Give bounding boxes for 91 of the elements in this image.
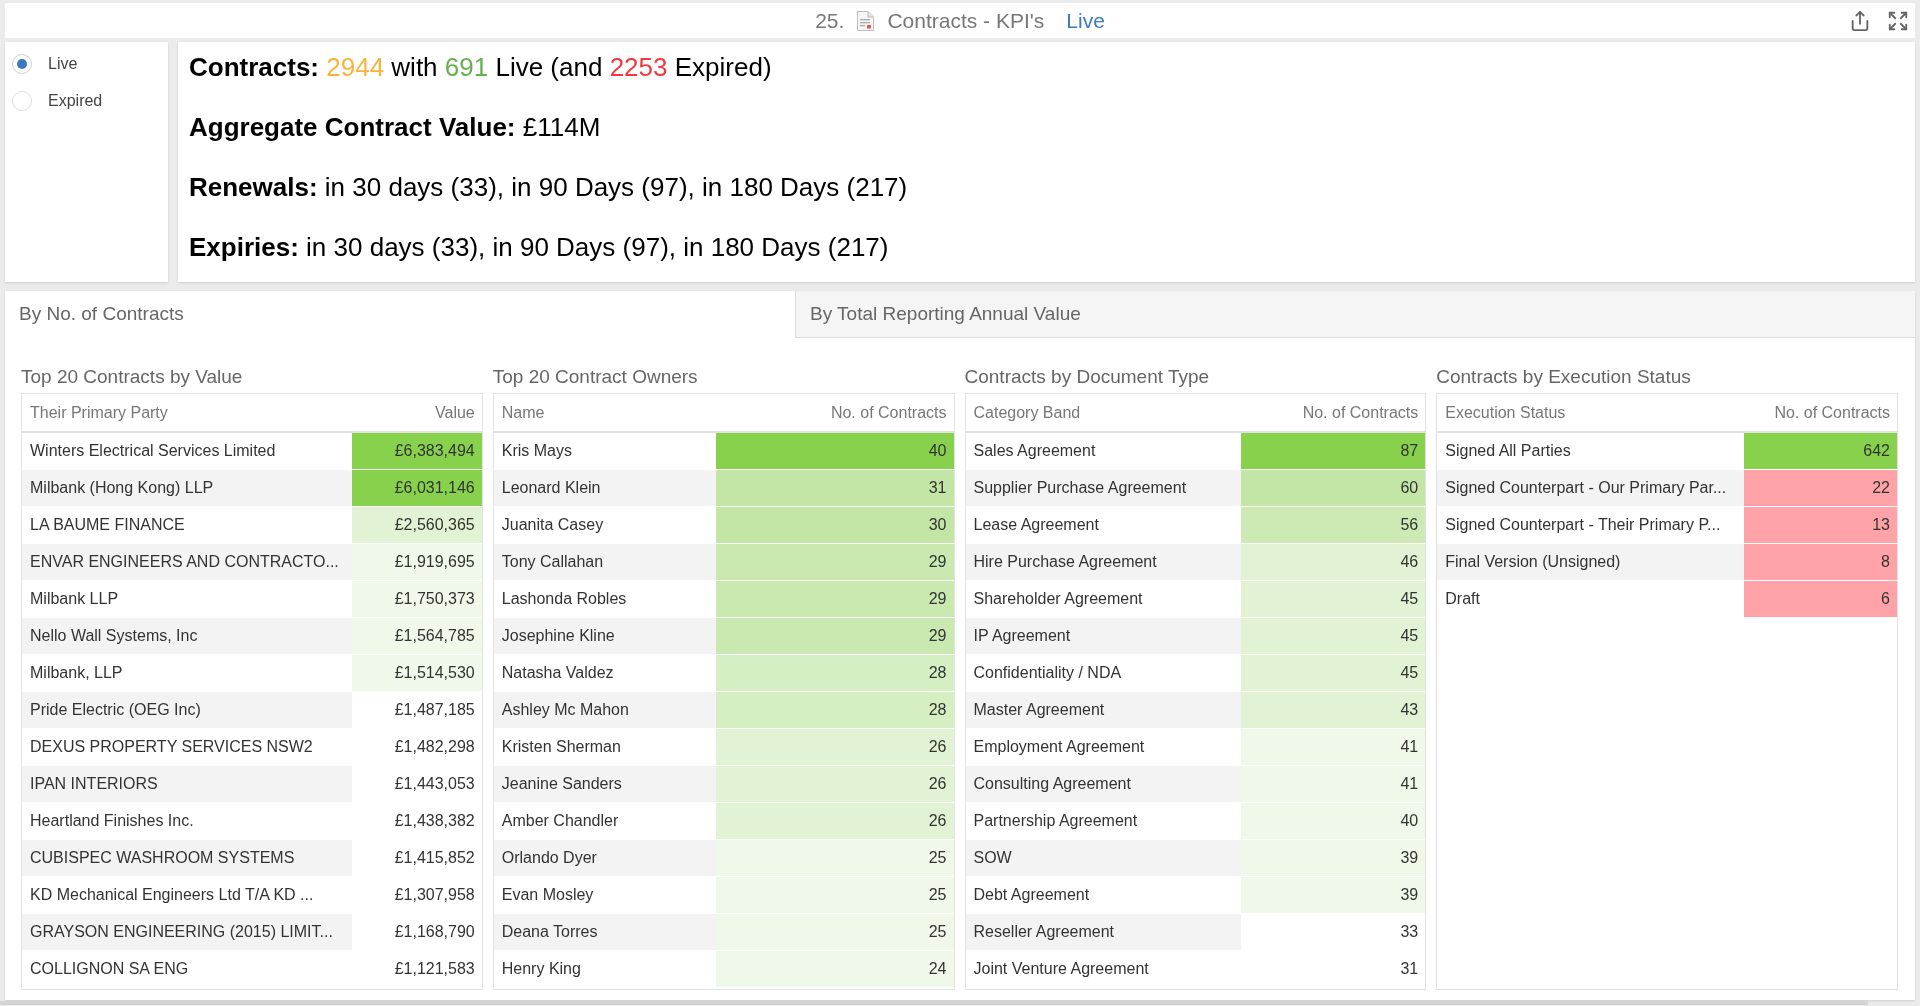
table-cell: £1,564,785 [352,618,482,655]
table-cell: 40 [715,433,954,470]
radio-option[interactable]: Live [12,45,168,82]
column-header: Their Primary Party [29,402,169,423]
table-cell: 24 [715,951,954,988]
table-cell: 26 [715,803,954,840]
table-cell: 39 [1240,840,1426,877]
title-number: 25. [815,7,845,34]
table-cell: Deana Torres [493,914,716,951]
table-cell: Milbank (Hong Kong) LLP [22,470,352,507]
table-cell: 41 [1240,729,1426,766]
table-cell: £2,560,365 [352,507,482,544]
table-title: Top 20 Contracts by Value [21,365,244,390]
kpi-line: Renewals: in 30 days (33), in 90 Days (97), in 180 Days (217) [189,172,909,202]
table-cell: 29 [715,618,954,655]
table-cell: £1,514,530 [352,655,482,692]
table-cell: 13 [1744,507,1897,544]
table-cell: £6,383,494 [352,433,482,470]
table-cell: Reseller Agreement [965,914,1241,951]
table-cell: 41 [1240,766,1426,803]
tab[interactable]: By Total Reporting Annual Value [795,291,1915,338]
table-cell: Orlando Dyer [493,840,716,877]
expand-icon[interactable] [1887,9,1909,32]
status-label: Live [1066,7,1105,34]
table-cell: 25 [715,877,954,914]
column-header: No. of Contracts [1301,402,1420,423]
table-cell: 28 [715,655,954,692]
document-icon [857,10,875,31]
table-cell: Pride Electric (OEG Inc) [22,692,352,729]
table-cell: 26 [715,729,954,766]
table-cell: 8 [1744,544,1897,581]
table-cell: Nello Wall Systems, Inc [22,618,352,655]
radio-icon[interactable] [12,90,32,111]
table-cell: Master Agreement [965,692,1241,729]
window-title: Contracts - KPI's [887,7,1045,34]
table-cell: Tony Callahan [493,544,716,581]
table-cell: Final Version (Unsigned) [1437,544,1745,581]
table-cell: 45 [1240,581,1426,618]
column-header: Execution Status [1444,402,1567,423]
table-cell: ENVAR ENGINEERS AND CONTRACTO... [22,544,352,581]
table-cell: SOW [965,840,1241,877]
kpi-line: Expiries: in 30 days (33), in 90 Days (97), in 180 Days (217) [189,232,890,262]
column-header: Category Band [972,402,1082,423]
table-cell: £1,750,373 [352,581,482,618]
column-header: No. of Contracts [1773,402,1891,423]
table-cell: Signed Counterpart - Our Primary Par... [1437,470,1745,507]
table-cell: Consulting Agreement [965,766,1241,803]
table-cell: Hire Purchase Agreement [965,544,1241,581]
table-title: Contracts by Execution Status [1436,365,1692,390]
table-cell: 46 [1240,544,1426,581]
table-cell: 45 [1240,655,1426,692]
radio-icon[interactable] [12,53,32,74]
table-cell: 30 [715,507,954,544]
table-cell: 45 [1240,618,1426,655]
kpi-line: Contracts: 2944 with 691 Live (and 2253 Expired) [189,52,773,82]
table-cell: 642 [1744,433,1897,470]
kpi-line: Aggregate Contract Value: £114M [189,112,602,142]
table-cell: Jeanine Sanders [493,766,716,803]
column-header: Name [500,402,546,423]
table-cell: 39 [1240,877,1426,914]
table-cell: £1,919,695 [352,544,482,581]
table-cell: 56 [1240,507,1426,544]
table-cell: IPAN INTERIORS [22,766,352,803]
table-cell: 87 [1240,433,1426,470]
table-cell: CUBISPEC WASHROOM SYSTEMS [22,840,352,877]
table-cell: 25 [715,914,954,951]
table-cell: Ashley Mc Mahon [493,692,716,729]
table-cell: IP Agreement [965,618,1241,655]
radio-option[interactable]: Expired [12,82,168,119]
table-cell: £6,031,146 [352,470,482,507]
share-icon[interactable] [1849,9,1871,32]
table-title: Top 20 Contract Owners [492,365,699,390]
table-cell: 60 [1240,470,1426,507]
table-cell: 28 [715,692,954,729]
table-cell: 29 [715,544,954,581]
table-cell: 43 [1240,692,1426,729]
table-title: Contracts by Document Type [964,365,1211,390]
table-cell: 40 [1240,803,1426,840]
table-cell: Supplier Purchase Agreement [965,470,1241,507]
table-cell: GRAYSON ENGINEERING (2015) LIMIT... [22,914,352,951]
column-header: No. of Contracts [829,402,948,423]
table-cell: Josephine Kline [493,618,716,655]
table-cell: 22 [1744,470,1897,507]
table-cell: 26 [715,766,954,803]
table-cell: 25 [715,840,954,877]
table-cell: 31 [715,470,954,507]
tab[interactable]: By No. of Contracts [5,291,795,338]
table-cell: 6 [1744,581,1897,618]
column-header: Value [434,402,476,423]
table-cell: 29 [715,581,954,618]
table-cell: Leonard Klein [493,470,716,507]
